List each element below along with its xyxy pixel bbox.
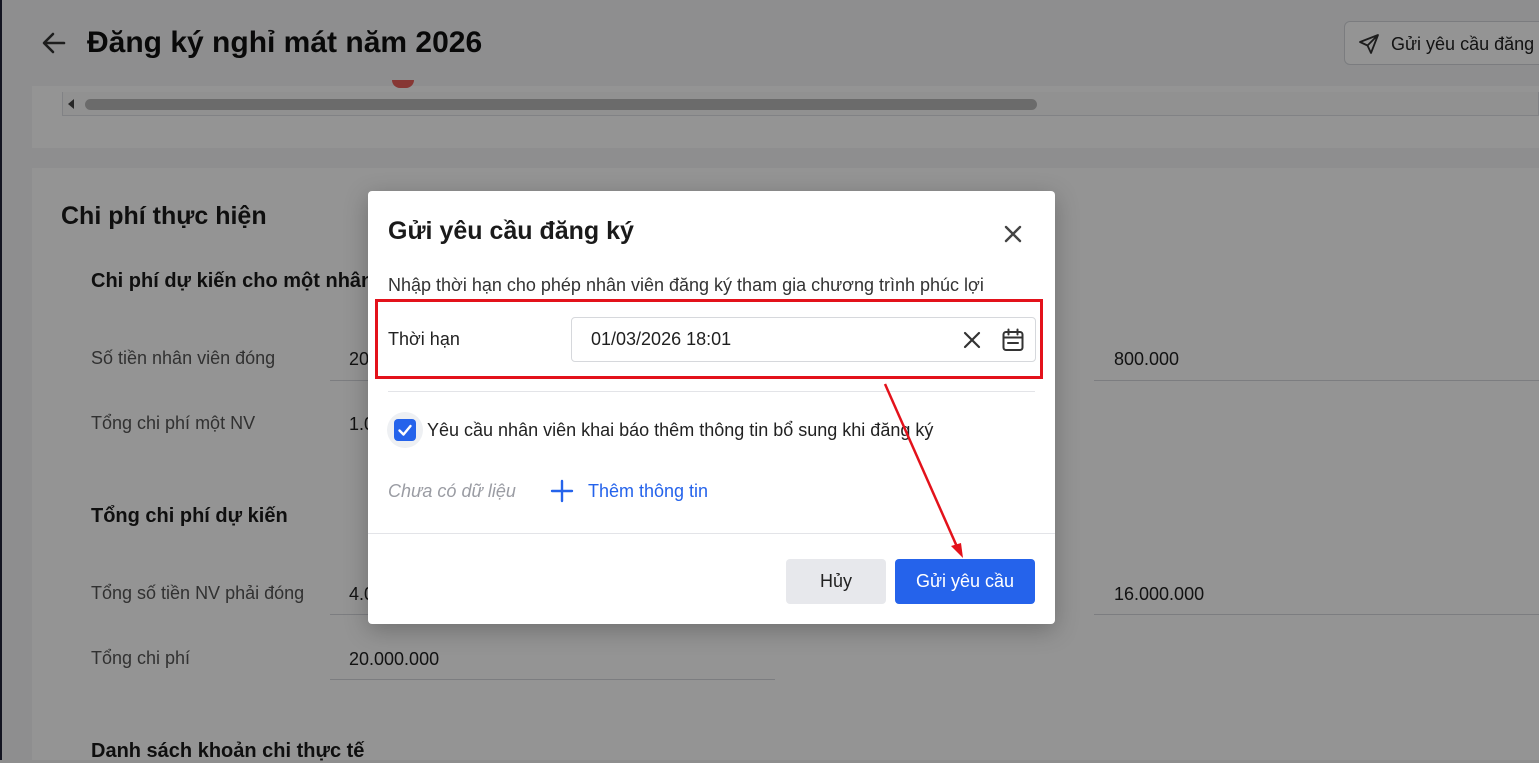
deadline-value: 01/03/2026 18:01: [591, 329, 732, 349]
dialog-description: Nhập thời hạn cho phép nhân viên đăng ký…: [388, 275, 984, 295]
deadline-label: Thời hạn: [388, 329, 460, 349]
divider: [388, 391, 1035, 392]
submit-label: Gửi yêu cầu: [915, 571, 1015, 591]
cancel-button[interactable]: Hủy: [786, 559, 886, 604]
deadline-datetime-input[interactable]: 01/03/2026 18:01: [571, 317, 1036, 362]
additional-info-checkbox[interactable]: [394, 419, 416, 441]
dialog-title: Gửi yêu cầu đăng ký: [388, 217, 634, 245]
check-icon: [398, 424, 412, 436]
add-info-label: Thêm thông tin: [588, 481, 709, 501]
additional-info-checkbox-label[interactable]: Yêu cầu nhân viên khai báo thêm thông ti…: [427, 420, 933, 441]
clear-icon[interactable]: [962, 330, 982, 350]
submit-request-button[interactable]: Gửi yêu cầu: [895, 559, 1035, 604]
footer-divider: [368, 533, 1055, 534]
send-request-dialog: Gửi yêu cầu đăng ký Nhập thời hạn cho ph…: [368, 191, 1055, 624]
close-icon[interactable]: [1000, 221, 1026, 247]
calendar-icon[interactable]: [1000, 327, 1026, 353]
empty-state-text: Chưa có dữ liệu: [388, 481, 516, 501]
plus-icon: [550, 479, 574, 503]
cancel-label: Hủy: [819, 571, 852, 591]
